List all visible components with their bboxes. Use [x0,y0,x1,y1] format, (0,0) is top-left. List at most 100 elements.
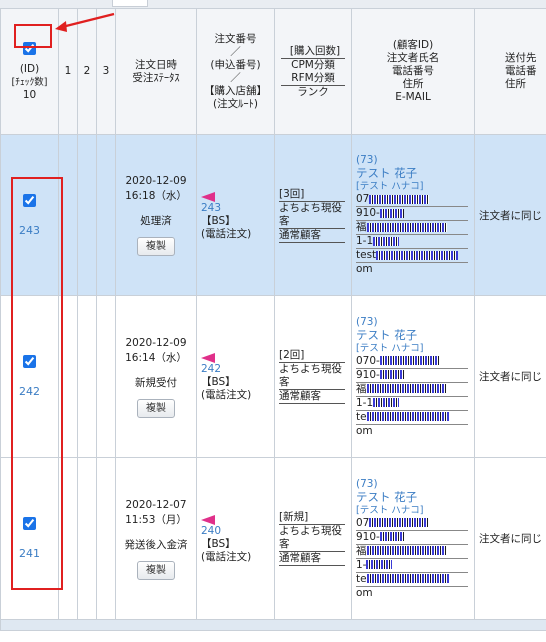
order-number-link[interactable]: 243 [201,202,274,215]
purchase-rank-cell: [3回] よちよち現役客 通常顧客 [274,134,352,296]
cpm-class: よちよち現役客 [279,525,345,552]
customer-address-2: 1-1 [356,397,468,411]
customer-zip: 910- [356,531,468,545]
customer-cell: (73) テスト 花子 [テスト ハナコ] 07 910- 福 1-1 test… [351,134,475,296]
order-row[interactable]: 241 2020-12-07 11:53（月） 発送後入金済 複製 240 【B… [0,457,546,620]
customer-address-2: 1- [356,559,468,573]
row-col-3 [96,295,116,458]
customer-name-link[interactable]: テスト 花子 [356,167,474,180]
redacted-email [376,250,459,260]
redacted-address-2 [373,398,400,407]
addr2-visible: 1-1 [356,235,374,247]
copy-button[interactable]: 複製 [137,398,175,418]
purchase-count: [2回] [279,349,345,363]
purchase-count: [3回] [279,188,345,202]
redacted-address-2 [366,560,393,569]
customer-address: 福 [356,545,468,559]
cpm-class: よちよち現役客 [279,202,345,229]
purchase-rank-cell: [新規] よちよち現役客 通常顧客 [274,457,352,620]
row-col-2 [77,457,97,620]
redacted-zip [379,208,404,218]
phone-visible: 07 [356,516,370,529]
customer-email: te [356,411,468,425]
rfm-class: 通常顧客 [279,390,345,404]
customer-id-link[interactable]: (73) [356,478,474,491]
order-row[interactable]: 243 2020-12-09 16:18（水） 処理済 複製 243 【BS】 … [0,134,546,296]
order-number-link[interactable]: 240 [201,525,274,538]
row-col-3 [96,457,116,620]
destination-cell: 注文者に同じ [474,295,546,458]
phone-visible: 07 [356,193,370,205]
customer-email: test [356,249,468,263]
header-date-status-label: 注文日時 受注ｽﾃｰﾀｽ [132,58,180,84]
header-check-count: 10 [22,88,37,101]
zip-visible: 910- [356,207,380,219]
order-route: (電話注文) [201,551,252,563]
email-visible: te [356,410,367,423]
shop-label: 【BS】 [201,538,236,550]
date-status-cell: 2020-12-09 16:14（水） 新規受付 複製 [115,295,197,458]
date-status-cell: 2020-12-07 11:53（月） 発送後入金済 複製 [115,457,197,620]
addr-visible: 福 [356,221,367,233]
active-tab[interactable] [112,0,148,7]
shop-label: 【BS】 [201,376,236,388]
order-status: 新規受付 [135,376,177,389]
customer-id-link[interactable]: (73) [356,316,474,329]
copy-button[interactable]: 複製 [137,560,175,580]
top-toolbar-strip [0,0,546,8]
order-time: 16:14（水） [125,351,187,364]
row-col-2 [77,134,97,296]
order-number-link[interactable]: 242 [201,363,274,376]
table-footer [0,619,546,631]
customer-name-link[interactable]: テスト 花子 [356,490,474,504]
customer-kana: [テスト ハナコ] [356,181,424,192]
redacted-address [366,546,447,555]
customer-address: 福 [356,221,468,235]
order-time: 11:53（月） [125,513,187,526]
redacted-address-2 [373,236,400,246]
purchase-count: [新規] [279,511,345,525]
customer-address-2: 1-1 [356,235,468,249]
addr-visible: 福 [356,544,367,557]
destination-cell: 注文者に同じ [474,134,546,296]
redacted-address [366,384,447,393]
customer-name-link[interactable]: テスト 花子 [356,328,474,342]
header-order-number: 注文番号 ／ (申込番号) ／ 【購入店舗】 (注文ﾙｰﾄ) [196,8,275,135]
zip-visible: 910- [356,368,380,381]
annotation-arrow-icon [55,12,115,32]
redacted-phone [369,194,430,204]
redacted-phone [369,518,430,527]
order-number-cell: 240 【BS】 (電話注文) [196,457,275,620]
customer-kana: [テスト ハナコ] [356,504,424,516]
row-col-2 [77,295,97,458]
email2-visible: om [356,263,373,275]
copy-button[interactable]: 複製 [137,237,175,256]
order-row[interactable]: 242 2020-12-09 16:14（水） 新規受付 複製 242 【BS】… [0,295,546,458]
email-visible: test [356,249,377,261]
header-customer: (顧客ID) 注文者氏名 電話番号 住所 E-MAIL [351,8,475,135]
email2-visible: om [356,424,373,437]
destination-cell: 注文者に同じ [474,457,546,620]
date-status-cell: 2020-12-09 16:18（水） 処理済 複製 [115,134,197,296]
customer-zip: 910- [356,207,468,221]
redacted-phone [379,356,440,365]
customer-email-2: om [356,263,474,276]
rfm-class: 通常顧客 [279,229,345,243]
destination-text: 注文者に同じ [479,533,542,545]
flag-icon [201,191,215,202]
order-number-cell: 243 【BS】 (電話注文) [196,134,275,296]
order-time: 16:18（水） [125,190,187,202]
customer-phone: 07 [356,193,468,207]
order-date: 2020-12-09 [125,336,187,349]
zip-visible: 910- [356,530,380,543]
highlight-select-all [14,24,52,48]
rfm-class: 通常顧客 [279,552,345,566]
customer-email: te [356,573,468,587]
customer-kana: [テスト ハナコ] [356,342,424,354]
customer-zip: 910- [356,369,468,383]
header-rank: ランク [297,85,329,98]
customer-email-2: om [356,425,474,438]
header-check-count-label: [ﾁｪｯｸ数] [11,76,48,88]
header-date-status: 注文日時 受注ｽﾃｰﾀｽ [115,8,197,135]
customer-phone: 07 [356,517,468,531]
